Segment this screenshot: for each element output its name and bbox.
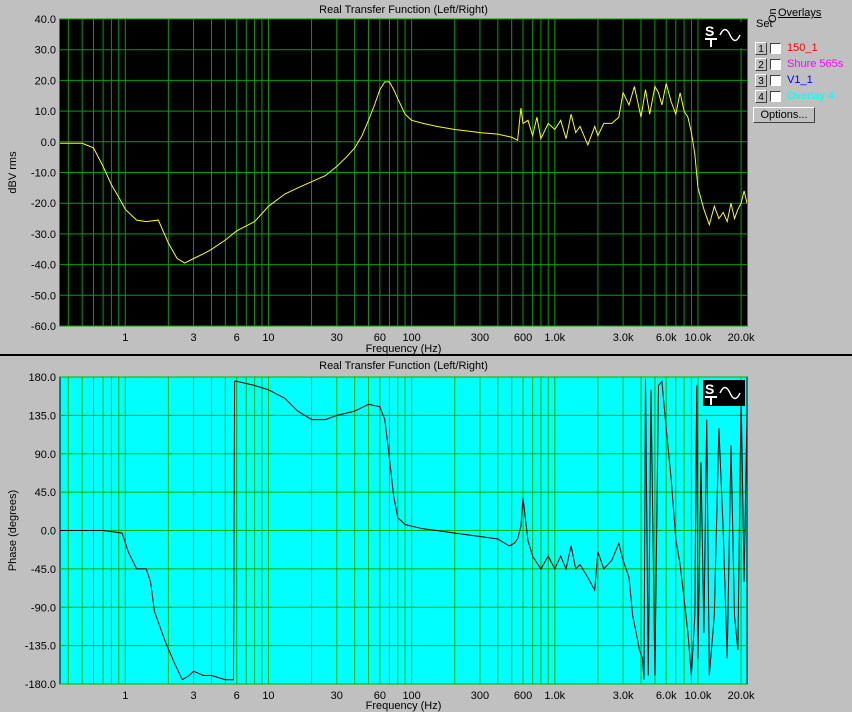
x-tick-label: 10.0k xyxy=(685,332,712,344)
y-tick-label: -90.0 xyxy=(31,602,56,614)
y-tick-label: -180.0 xyxy=(25,679,56,691)
y-tick-label: -50.0 xyxy=(31,290,56,302)
y-tick-label: 0.0 xyxy=(41,137,56,149)
x-tick-label: 10 xyxy=(262,690,274,702)
y-tick-label: 180.0 xyxy=(28,372,56,384)
logo-s-glyph: S xyxy=(705,381,714,397)
x-tick-label: 20.0k xyxy=(728,690,755,702)
overlay-row-3: 3 V1_1 xyxy=(755,74,852,88)
x-tick-label: 3.0k xyxy=(613,690,634,702)
y-axis-label: Phase (degrees) xyxy=(7,490,19,571)
st-sine-logo-icon: S xyxy=(703,380,745,406)
st-sine-logo-icon: S xyxy=(703,22,745,48)
y-tick-label: 0.0 xyxy=(41,526,56,538)
overlay-set-button[interactable]: 1 xyxy=(755,42,767,55)
x-tick-label: 3.0k xyxy=(613,332,634,344)
y-tick-label: 30.0 xyxy=(35,45,56,57)
x-tick-label: 20.0k xyxy=(728,332,755,344)
y-tick-label: 20.0 xyxy=(35,75,56,87)
overlay-set-button[interactable]: 2 xyxy=(755,58,767,71)
x-tick-label: 30 xyxy=(331,690,343,702)
overlay-row-2: 2 Shure 565s xyxy=(755,58,852,72)
options-button[interactable]: Options... xyxy=(753,107,815,123)
x-tick-label: 10 xyxy=(262,332,274,344)
overlays-title: Overlays xyxy=(778,7,822,19)
x-tick-label: 6 xyxy=(234,332,240,344)
x-tick-label: 3 xyxy=(191,332,197,344)
overlays-panel: Set On Overlays 1 150_1 2 Shure 565s 3 V1_1 4 O… xyxy=(753,4,852,124)
x-tick-label: 600 xyxy=(514,332,532,344)
y-tick-label: -40.0 xyxy=(31,260,56,272)
y-tick-label: -45.0 xyxy=(31,564,56,576)
x-tick-label: 30 xyxy=(331,332,343,344)
x-tick-label: 300 xyxy=(471,332,489,344)
x-tick-label: 1.0k xyxy=(544,690,565,702)
overlay-row-4: 4 Overlay 4 xyxy=(755,90,852,104)
x-tick-label: 3 xyxy=(191,690,197,702)
overlay-on-checkbox[interactable] xyxy=(770,91,781,102)
y-tick-label: -20.0 xyxy=(31,198,56,210)
overlay-on-checkbox[interactable] xyxy=(770,75,781,86)
overlay-name: 150_1 xyxy=(787,42,818,54)
x-tick-label: 1.0k xyxy=(544,332,565,344)
overlay-on-checkbox[interactable] xyxy=(770,43,781,54)
x-tick-label: 6 xyxy=(234,690,240,702)
x-tick-label: 1 xyxy=(122,332,128,344)
y-tick-label: -30.0 xyxy=(31,229,56,241)
x-tick-label: 300 xyxy=(471,690,489,702)
overlay-set-button[interactable]: 4 xyxy=(755,90,767,103)
y-tick-label: 40.0 xyxy=(35,14,56,26)
y-tick-label: 135.0 xyxy=(28,410,56,422)
y-axis-label: dBV rms xyxy=(7,151,19,194)
logo-s-glyph: S xyxy=(705,23,714,39)
x-tick-label: 6.0k xyxy=(656,690,677,702)
y-tick-label: -10.0 xyxy=(31,168,56,180)
y-tick-label: 45.0 xyxy=(35,487,56,499)
chart-1: 1 3 6 10 30 60 100 300 600 1.0k 3.0k 6.0k 10.0k 20.0k… xyxy=(7,4,755,355)
y-tick-label: 10.0 xyxy=(35,106,56,118)
x-axis-label: Frequency (Hz) xyxy=(366,700,442,712)
x-tick-label: 10.0k xyxy=(685,690,712,702)
x-tick-label: 600 xyxy=(514,690,532,702)
overlay-name: V1_1 xyxy=(787,74,813,86)
x-tick-label: 1 xyxy=(122,690,128,702)
chart-title: Real Transfer Function (Left/Right) xyxy=(319,360,488,372)
x-tick-label: 6.0k xyxy=(656,332,677,344)
y-tick-label: -60.0 xyxy=(31,321,56,333)
overlay-on-checkbox[interactable] xyxy=(770,59,781,70)
overlay-name: Overlay 4 xyxy=(787,90,835,102)
overlay-set-button[interactable]: 3 xyxy=(755,74,767,87)
overlay-name: Shure 565s xyxy=(787,58,844,70)
overlay-row-1: 1 150_1 xyxy=(755,42,852,56)
x-axis-label: Frequency (Hz) xyxy=(366,343,442,355)
y-tick-label: 90.0 xyxy=(35,449,56,461)
chart-title: Real Transfer Function (Left/Right) xyxy=(319,4,488,16)
plots-canvas: 1 3 6 10 30 60 100 300 600 1.0k 3.0k 6.0k 10.0k 20.0k… xyxy=(0,0,852,712)
chart-2: 1 3 6 10 30 60 100 300 600 1.0k 3.0k 6.0k 10.0k 20.0k… xyxy=(7,360,755,712)
y-tick-label: -135.0 xyxy=(25,641,56,653)
